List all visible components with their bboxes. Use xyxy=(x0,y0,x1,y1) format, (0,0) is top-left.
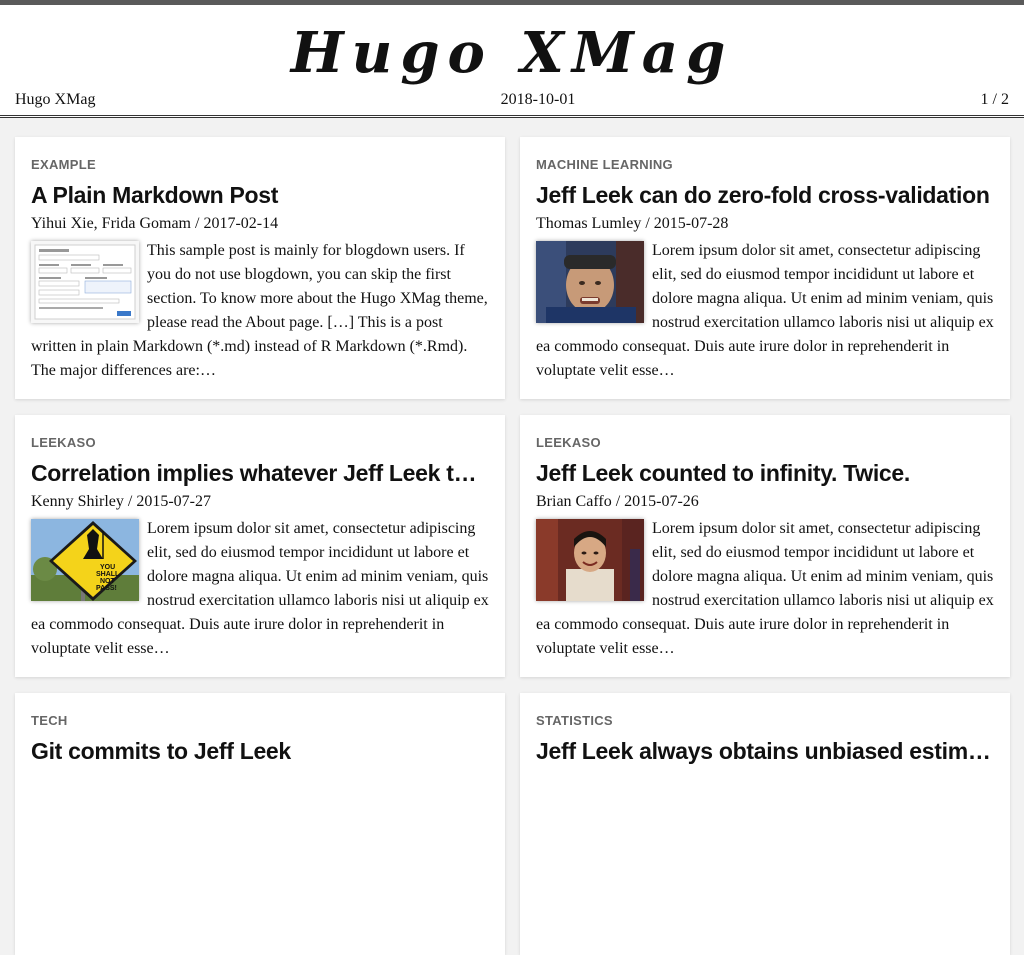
site-header: Hugo XMag Hugo XMag 2018-10-01 1 / 2 xyxy=(0,5,1024,118)
post-category[interactable]: EXAMPLE xyxy=(31,157,489,172)
post-byline: Thomas Lumley / 2015-07-28 xyxy=(536,215,729,232)
post-excerpt-block: Lorem ipsum dolor sit amet, consectetur … xyxy=(536,517,994,661)
warning-sign-image: YOU SHALL NOT PASS! xyxy=(31,519,139,601)
post-card: TECH Git commits to Jeff Leek xyxy=(15,693,505,955)
issue-date: 2018-10-01 xyxy=(500,91,576,108)
post-byline: Yihui Xie, Frida Gomam / 2017-02-14 xyxy=(31,215,279,232)
post-byline: Brian Caffo / 2015-07-26 xyxy=(536,493,699,510)
post-date: 2017-02-14 xyxy=(203,215,279,232)
header-meta-line: Hugo XMag 2018-10-01 1 / 2 xyxy=(0,87,1024,113)
post-authors: Kenny Shirley xyxy=(31,493,124,510)
pagination-indicator: 1 / 2 xyxy=(980,91,1009,108)
post-card: LEEKASO Correlation implies whatever Jef… xyxy=(15,415,505,677)
post-title-link[interactable]: Jeff Leek counted to infinity. Twice. xyxy=(536,460,994,487)
site-name-link[interactable]: Hugo XMag xyxy=(15,91,95,109)
post-title-link[interactable]: Jeff Leek can do zero-fold cross-validat… xyxy=(536,182,994,209)
post-authors: Thomas Lumley xyxy=(536,215,642,232)
post-title-link[interactable]: Jeff Leek always obtains unbiased estima… xyxy=(536,738,994,765)
sign-text-line-3: NOT xyxy=(100,578,116,585)
sign-text-line-1: YOU xyxy=(100,564,115,571)
post-card: EXAMPLE A Plain Markdown Post Yihui Xie,… xyxy=(15,137,505,399)
post-date: 2015-07-26 xyxy=(624,493,699,510)
post-excerpt-block: YOU SHALL NOT PASS! Lorem ipsum dolor si… xyxy=(31,517,489,661)
post-date: 2015-07-27 xyxy=(136,493,211,510)
form-screenshot-image xyxy=(31,241,139,323)
post-category[interactable]: MACHINE LEARNING xyxy=(536,157,994,172)
post-excerpt-block: Lorem ipsum dolor sit amet, consectetur … xyxy=(536,239,994,383)
post-authors: Brian Caffo xyxy=(536,493,612,510)
post-grid: EXAMPLE A Plain Markdown Post Yihui Xie,… xyxy=(0,117,1024,955)
photo-image xyxy=(536,241,644,323)
post-category[interactable]: LEEKASO xyxy=(536,435,994,450)
sign-text-line-2: SHALL xyxy=(96,571,120,578)
post-title-link[interactable]: Git commits to Jeff Leek xyxy=(31,738,489,765)
post-card: STATISTICS Jeff Leek always obtains unbi… xyxy=(520,693,1010,955)
post-category[interactable]: LEEKASO xyxy=(31,435,489,450)
site-title[interactable]: Hugo XMag xyxy=(0,5,1024,81)
post-thumbnail[interactable]: YOU SHALL NOT PASS! xyxy=(31,519,139,601)
sign-text-line-4: PASS! xyxy=(96,585,117,592)
post-authors: Yihui Xie, Frida Gomam xyxy=(31,215,191,232)
post-title-link[interactable]: A Plain Markdown Post xyxy=(31,182,489,209)
post-card: LEEKASO Jeff Leek counted to infinity. T… xyxy=(520,415,1010,677)
post-excerpt-block: This sample post is mainly for blogdown … xyxy=(31,239,489,383)
post-thumbnail[interactable] xyxy=(536,519,644,601)
post-card: MACHINE LEARNING Jeff Leek can do zero-f… xyxy=(520,137,1010,399)
post-date: 2015-07-28 xyxy=(653,215,729,232)
post-byline: Kenny Shirley / 2015-07-27 xyxy=(31,493,211,510)
post-category[interactable]: TECH xyxy=(31,713,489,728)
post-category[interactable]: STATISTICS xyxy=(536,713,994,728)
photo-image xyxy=(536,519,644,601)
post-thumbnail[interactable] xyxy=(536,241,644,323)
post-title-link[interactable]: Correlation implies whatever Jeff Leek t… xyxy=(31,460,489,487)
post-thumbnail[interactable] xyxy=(31,241,139,323)
